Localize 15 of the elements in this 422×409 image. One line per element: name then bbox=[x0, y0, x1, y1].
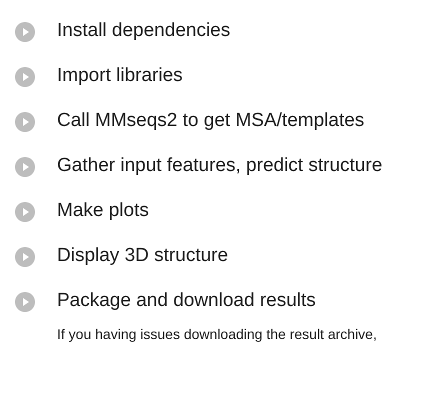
section-title: Make plots bbox=[57, 199, 149, 224]
section-title: Import libraries bbox=[57, 64, 183, 88]
play-icon[interactable] bbox=[15, 156, 35, 176]
play-icon[interactable] bbox=[15, 246, 35, 266]
section-title: Display 3D structure bbox=[57, 244, 228, 268]
play-icon[interactable] bbox=[15, 66, 35, 86]
section-title: Call MMseqs2 to get MSA/templates bbox=[57, 109, 364, 134]
section-title: Gather input features, predict structure bbox=[57, 154, 382, 178]
section-title: Package and download results bbox=[57, 289, 316, 314]
play-icon[interactable] bbox=[15, 112, 35, 132]
play-icon[interactable] bbox=[15, 22, 35, 42]
play-icon[interactable] bbox=[15, 292, 35, 312]
play-icon[interactable] bbox=[15, 202, 35, 222]
section-note: If you having issues downloading the result archive, bbox=[57, 326, 378, 342]
section-title: Install dependencies bbox=[57, 19, 230, 44]
